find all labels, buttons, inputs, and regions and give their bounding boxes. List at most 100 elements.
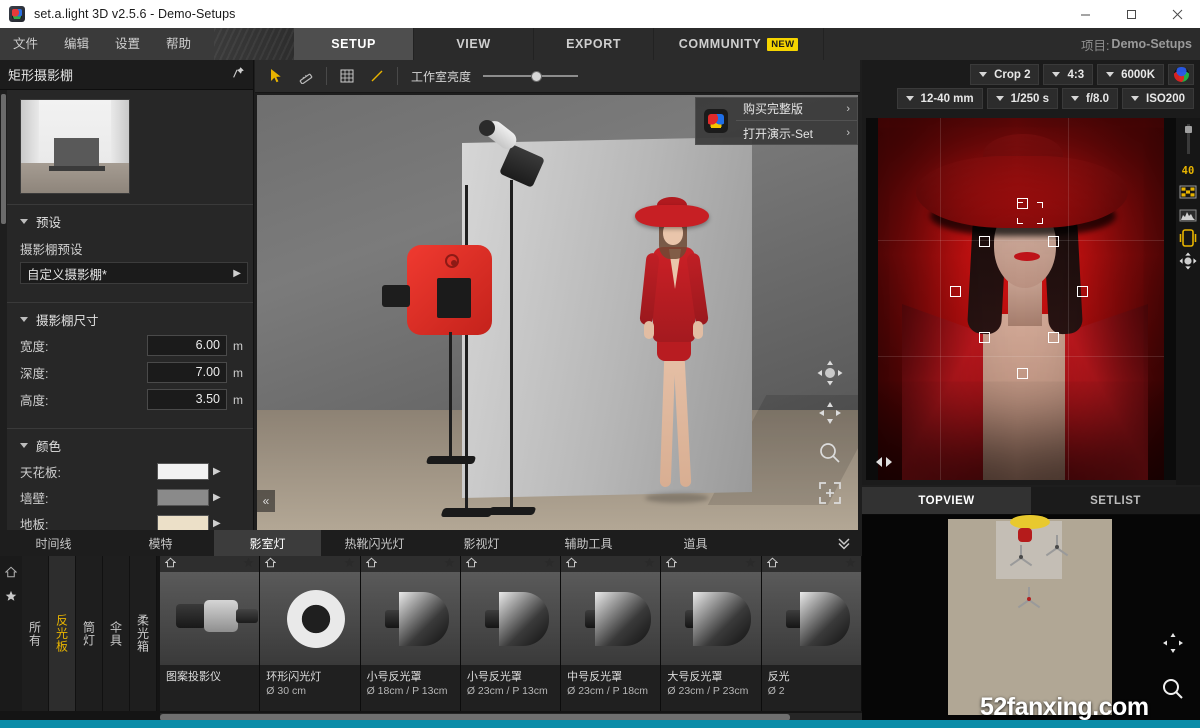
menu-item-help[interactable]: 帮助 [153,28,204,60]
orbit-icon[interactable] [812,353,848,393]
preset-section-header[interactable]: 预设 [20,212,243,231]
zoom-icon[interactable] [812,433,848,473]
shutter-speed-dropdown[interactable]: 1/250 s [987,88,1058,109]
favorite-star-icon[interactable] [444,556,455,573]
pin-icon[interactable] [232,66,245,84]
iso-dropdown[interactable]: ISO200 [1122,88,1194,109]
favorite-star-icon[interactable] [644,556,655,573]
home-icon[interactable] [366,556,377,573]
library-card[interactable]: 中号反光罩 Ø 23cm / P 18cm [561,556,661,711]
portrait-frame-icon[interactable] [1179,230,1197,246]
promo-buy-full-version[interactable]: 购买完整版 › [736,97,857,121]
topview-stand[interactable] [1044,535,1070,561]
dpad-icon[interactable] [1179,253,1197,269]
af-point[interactable] [1017,368,1028,379]
topview-stand[interactable] [1008,545,1034,571]
library-card[interactable]: 小号反光罩 Ø 23cm / P 13cm [461,556,561,711]
library-card[interactable]: 大号反光罩 Ø 23cm / P 23cm [661,556,761,711]
topview-umbrella[interactable] [1010,515,1050,529]
home-icon[interactable] [466,556,477,573]
home-icon[interactable] [165,556,176,573]
library-card[interactable]: 小号反光罩 Ø 18cm / P 13cm [361,556,461,711]
tab-community[interactable]: COMMUNITY NEW [654,28,824,60]
category-umbrella[interactable]: 伞具 [103,556,130,711]
af-point[interactable] [1048,332,1059,343]
light-stand-2[interactable] [510,180,513,515]
rgb-color-icon[interactable] [1168,64,1194,85]
flip-horizontal-icon[interactable] [874,455,894,474]
ceiling-color-swatch[interactable] [157,463,209,480]
grid-overlay-icon[interactable] [1179,184,1197,200]
move-icon[interactable] [1152,620,1194,666]
af-point[interactable] [1048,236,1059,247]
topview-canvas[interactable]: 52fanxing.com [862,515,1200,721]
close-button[interactable] [1154,0,1200,28]
favorite-star-icon[interactable] [344,556,355,573]
home-icon[interactable] [566,556,577,573]
pan-icon[interactable] [812,393,848,433]
studio-preset-dropdown[interactable]: 自定义摄影棚* ▶ [20,262,248,284]
tab-topview[interactable]: TOPVIEW [862,487,1031,514]
red-studio-light[interactable] [397,240,497,345]
tab-tools[interactable]: 辅助工具 [535,530,642,556]
wall-color-swatch[interactable] [157,489,209,506]
af-point[interactable] [979,236,990,247]
library-card[interactable]: 反光 Ø 2 [762,556,862,711]
favorite-star-icon[interactable] [745,556,756,573]
tab-setlist[interactable]: SETLIST [1031,487,1200,514]
studio-brightness-slider[interactable] [483,69,578,83]
category-reflector[interactable]: 反光板 [49,556,76,711]
favorite-star-icon[interactable] [243,556,254,573]
tab-export[interactable]: EXPORT [534,28,654,60]
chevron-double-down-icon[interactable] [826,530,862,556]
floor-color-swatch[interactable] [157,515,209,530]
af-point[interactable] [1077,286,1088,297]
camera-preview-area[interactable] [866,118,1176,480]
crop-dropdown[interactable]: Crop 2 [970,64,1039,85]
home-icon[interactable] [5,565,17,583]
promo-open-demo-set[interactable]: 打开演示-Set › [736,121,857,145]
tab-props[interactable]: 道具 [642,530,749,556]
width-input[interactable]: 6.00 [147,335,227,356]
tab-timeline[interactable]: 时间线 [0,530,107,556]
minimize-button[interactable] [1062,0,1108,28]
home-icon[interactable] [265,556,276,573]
depth-input[interactable]: 7.00 [147,362,227,383]
maximize-button[interactable] [1108,0,1154,28]
tab-speedlight[interactable]: 热靴闪光灯 [321,530,428,556]
slider-knob[interactable] [531,71,542,82]
left-panel-scroll-thumb[interactable] [1,94,6,224]
tab-model[interactable]: 模特 [107,530,214,556]
left-panel-scrollbar[interactable] [0,90,7,530]
preview-photo[interactable] [878,118,1164,480]
color-section-header[interactable]: 颜色 [20,436,243,455]
af-point[interactable] [950,286,961,297]
category-tube-light[interactable]: 筒灯 [76,556,103,711]
menu-item-settings[interactable]: 设置 [102,28,153,60]
fit-to-view-icon[interactable] [812,473,848,513]
favorite-star-icon[interactable] [845,556,856,573]
exposure-slider[interactable] [1187,124,1190,154]
aperture-dropdown[interactable]: f/8.0 [1062,88,1118,109]
white-balance-dropdown[interactable]: 6000K [1097,64,1164,85]
height-input[interactable]: 3.50 [147,389,227,410]
studio-size-header[interactable]: 摄影棚尺寸 [20,310,243,329]
viewport-3d[interactable]: « [257,95,858,530]
af-point[interactable] [1017,198,1028,209]
tab-video-light[interactable]: 影视灯 [428,530,535,556]
af-point[interactable] [979,332,990,343]
favorite-star-icon[interactable] [544,556,555,573]
select-arrow-icon[interactable] [263,64,289,88]
line-icon[interactable] [364,64,390,88]
category-softbox[interactable]: 柔光箱 [130,556,157,711]
promo-popup[interactable]: 购买完整版 › 打开演示-Set › [695,97,858,145]
focal-length-dropdown[interactable]: 12-40 mm [897,88,983,109]
topview-stand[interactable] [1016,587,1042,613]
menu-item-edit[interactable]: 编辑 [51,28,102,60]
grid-icon[interactable] [334,64,360,88]
measure-icon[interactable] [293,64,319,88]
zoom-icon[interactable] [1152,666,1194,712]
library-card[interactable]: 图案投影仪 [160,556,260,711]
histogram-icon[interactable] [1179,207,1197,223]
overhead-light[interactable] [482,120,542,190]
